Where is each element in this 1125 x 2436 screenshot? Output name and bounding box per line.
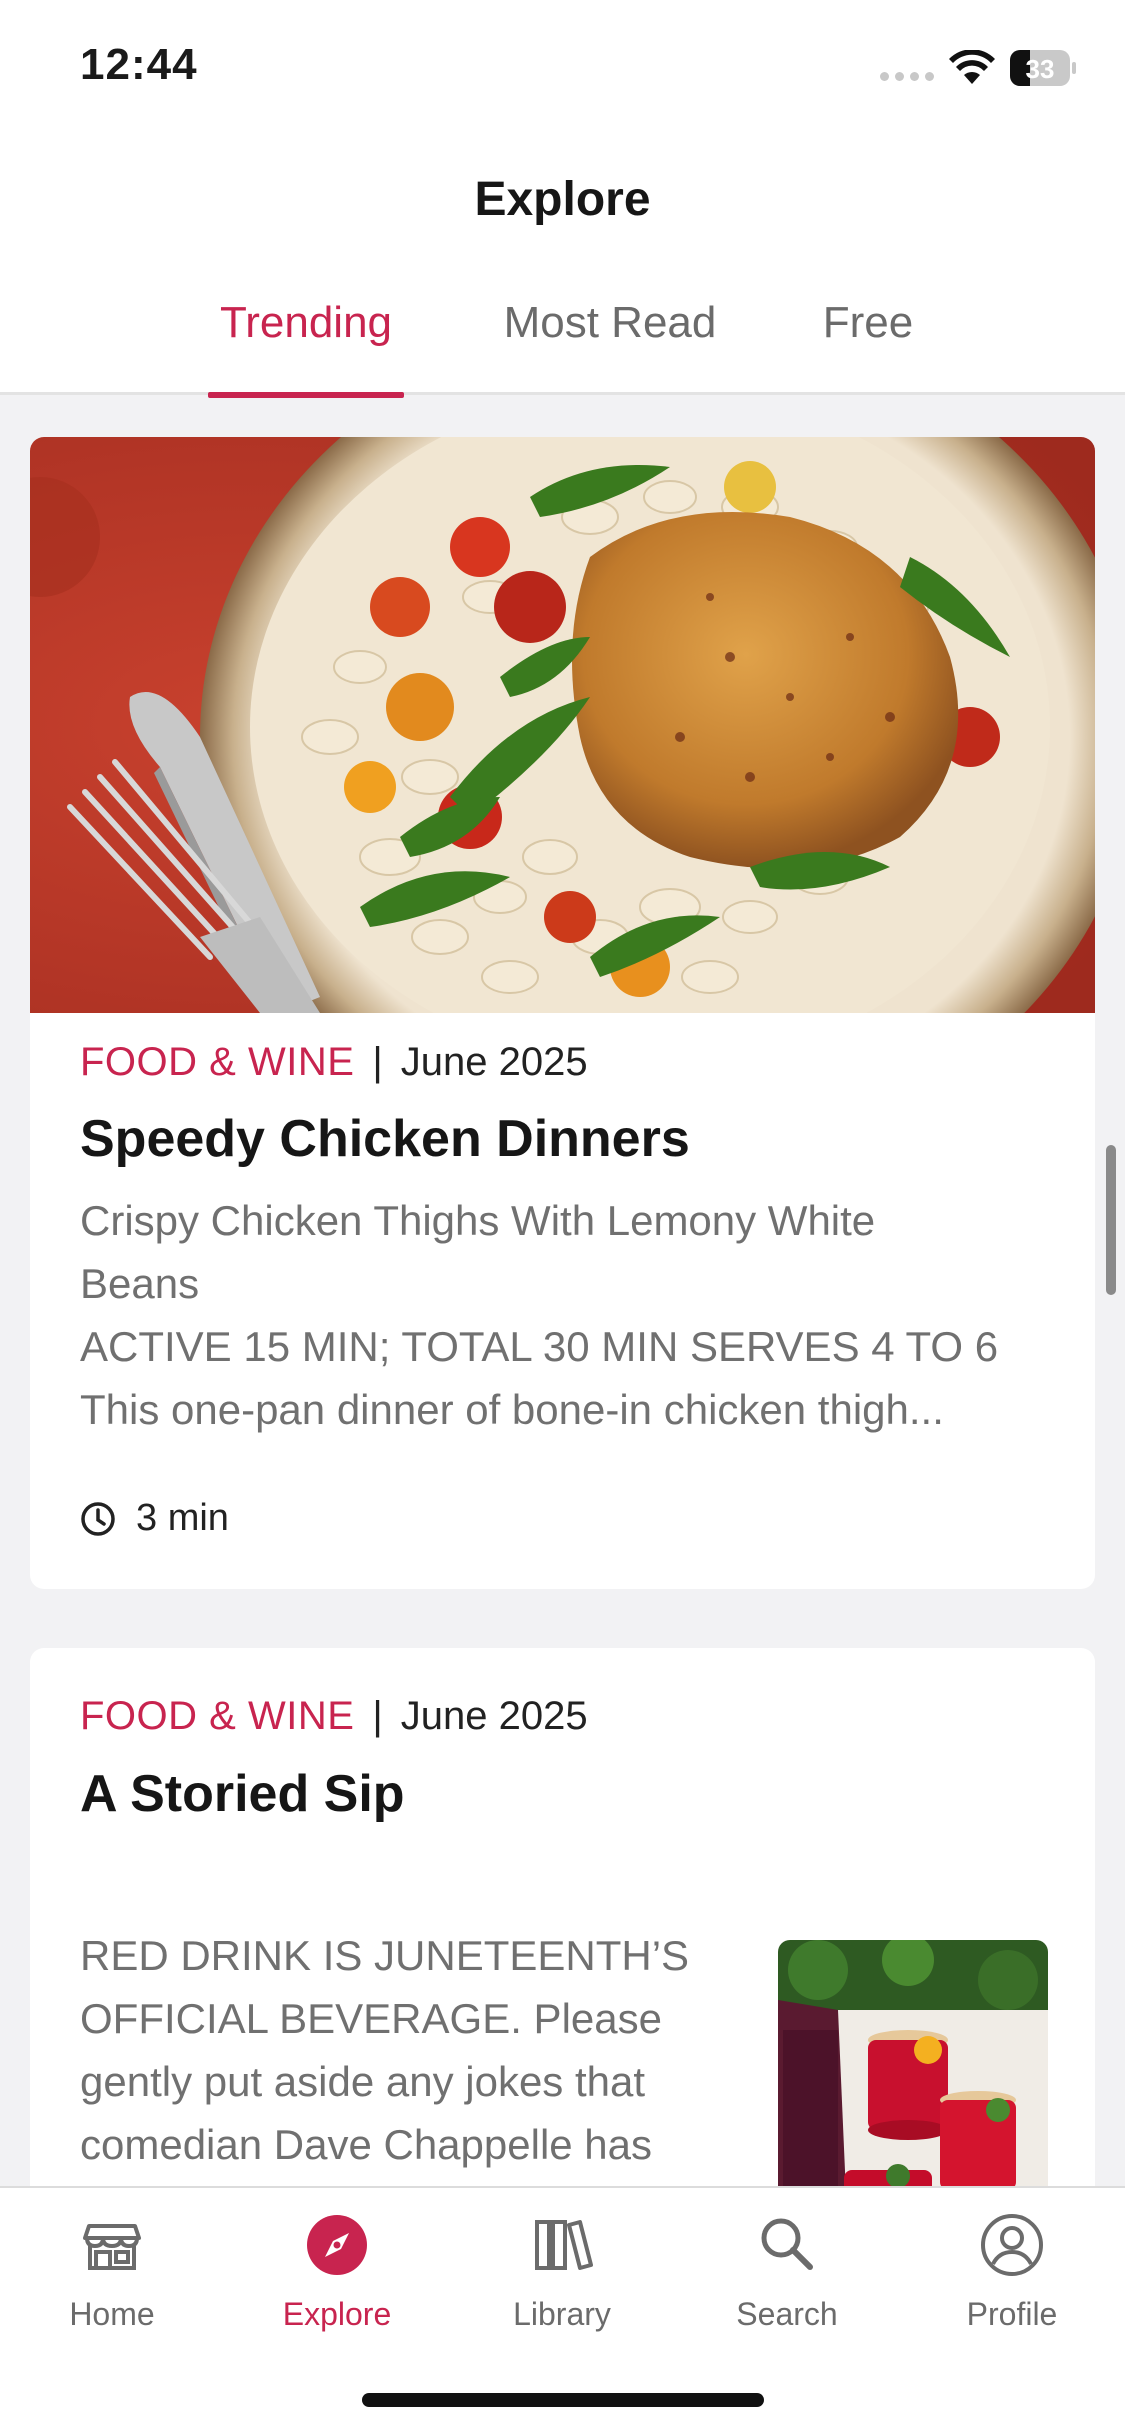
tab-free-label: Free [822,298,914,347]
nav-library-label: Library [513,2296,611,2332]
article-meta: FOOD & WINE | June 2025 [80,1040,588,1085]
tab-most-read-label: Most Read [503,298,717,347]
excerpt-line: This one-pan dinner of bone-in chicken t… [80,1386,944,1433]
home-icon [83,2224,141,2270]
nav-explore-label: Explore [282,2296,392,2332]
article-title: A Storied Sip [80,1765,405,1823]
read-time: 3 min [80,1497,229,1540]
nav-search[interactable]: Search [697,2212,877,2342]
nav-home-label: Home [69,2296,155,2332]
explore-screen: 12:44 33 Explore Trending Most Read Free… [0,0,1125,2436]
meta-separator: | [372,1040,383,1084]
header: Explore Trending Most Read Free [0,130,1125,398]
meta-separator: | [372,1694,383,1738]
library-icon [535,2220,593,2270]
nav-search-label: Search [736,2296,838,2332]
article-date: June 2025 [400,1694,588,1738]
excerpt-line: comedian Dave Chappelle has [80,2121,653,2168]
nav-library[interactable]: Library [472,2212,652,2342]
page-title: Explore [474,173,651,226]
search-icon [761,2218,813,2270]
status-time: 12:44 [80,40,198,89]
status-bar: 12:44 33 [0,0,1125,130]
home-indicator[interactable] [362,2393,764,2407]
tab-bar-top: Trending Most Read Free [0,290,1125,398]
tab-trending-label: Trending [219,298,393,347]
article-hero-image [30,437,1095,1013]
tab-most-read[interactable]: Most Read [488,290,732,395]
article-source: FOOD & WINE [80,1694,355,1738]
excerpt-line: RED DRINK IS JUNETEENTH’S [80,1932,690,1979]
article-source: FOOD & WINE [80,1040,355,1084]
excerpt-line: OFFICIAL BEVERAGE. Please [80,1995,662,2042]
signal-icon [880,72,934,81]
article-excerpt: RED DRINK IS JUNETEENTH’S OFFICIAL BEVER… [80,1924,740,2176]
nav-explore[interactable]: Explore [247,2212,427,2342]
read-time-label: 3 min [136,1497,229,1539]
tab-trending[interactable]: Trending [208,290,404,398]
clock-icon [81,1501,115,1536]
article-excerpt: Crispy Chicken Thighs With Lemony White … [80,1189,1070,1441]
article-date: June 2025 [400,1040,588,1084]
excerpt-line: Beans [80,1260,200,1307]
wifi-icon [949,50,995,84]
nav-profile-label: Profile [966,2296,1058,2332]
nav-profile[interactable]: Profile [922,2212,1102,2342]
article-card[interactable]: FOOD & WINE | June 2025 Speedy Chicken Din… [30,437,1095,1589]
excerpt-line: Crispy Chicken Thighs With Lemony White [80,1197,876,1244]
profile-icon [981,2214,1043,2276]
article-title: Speedy Chicken Dinners [80,1110,690,1168]
excerpt-line: ACTIVE 15 MIN; TOTAL 30 MIN SERVES 4 TO … [80,1323,999,1370]
article-meta: FOOD & WINE | June 2025 [80,1694,588,1739]
nav-home[interactable]: Home [22,2212,202,2342]
battery-icon: 33 [1010,50,1076,86]
tab-free[interactable]: Free [810,290,926,395]
battery-level: 33 [1025,54,1055,84]
excerpt-line: gently put aside any jokes that [80,2058,646,2105]
compass-icon [307,2215,367,2275]
scrollbar[interactable] [1106,1145,1116,1295]
